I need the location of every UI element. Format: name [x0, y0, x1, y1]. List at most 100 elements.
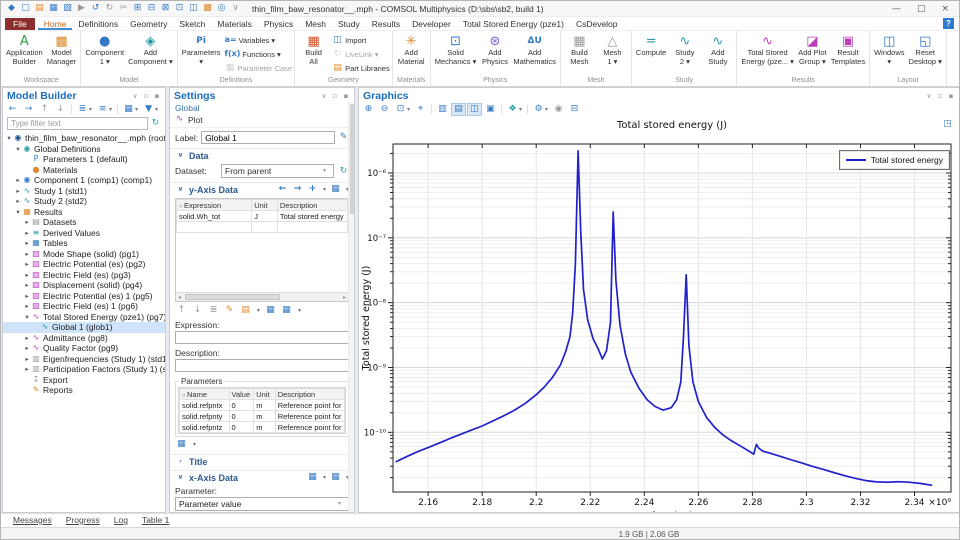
tree-expander-icon[interactable]: ▸	[23, 239, 31, 247]
tree-expander-icon[interactable]: ▸	[14, 197, 22, 205]
paste-icon[interactable]: ⊟	[145, 3, 158, 14]
ribbon-button[interactable]: ▦Build All	[297, 33, 330, 67]
save-as-icon[interactable]: ▧	[61, 3, 74, 14]
tree-expander-icon[interactable]: ▸	[23, 229, 31, 237]
search-icon[interactable]: ◎	[215, 3, 228, 14]
bottom-tab-progress[interactable]: Progress	[66, 515, 100, 526]
plot-button[interactable]: ∿ Plot	[174, 114, 203, 125]
tree-expander-icon[interactable]: ▸	[23, 260, 31, 268]
ribbon-tab-total-stored-energy-pze1-[interactable]: Total Stored Energy (pze1)	[457, 18, 570, 30]
tree-expander-icon[interactable]: ▾	[5, 134, 13, 142]
tree-item[interactable]: ✎Reports	[3, 385, 165, 396]
settings-scrollbar[interactable]	[348, 102, 354, 512]
ribbon-tab-physics[interactable]: Physics	[258, 18, 299, 30]
save-icon[interactable]: ▦	[47, 3, 60, 14]
ribbon-small-button[interactable]: ◫Import	[332, 33, 390, 47]
ribbon-button[interactable]: ◪Add Plot Group ▾	[796, 33, 829, 67]
tree-item[interactable]: ▸▤Datasets	[3, 217, 165, 228]
tree-item[interactable]: PParameters 1 (default)	[3, 154, 165, 165]
table-row[interactable]: solid.refpntx0mReference point for mom..…	[180, 400, 345, 411]
tree-expander-icon[interactable]: ▸	[23, 218, 31, 226]
tree-expander-icon[interactable]: ▸	[14, 187, 22, 195]
table-cell[interactable]: solid.refpntx	[180, 400, 230, 411]
tree-expander-icon[interactable]: ▾	[14, 208, 22, 216]
table-cell[interactable]: solid.Wh_tot	[177, 211, 252, 222]
ribbon-button[interactable]: ●Component 1 ▾	[83, 33, 126, 67]
ribbon-button[interactable]: ▣Result Templates	[829, 33, 867, 67]
up-button[interactable]: ↑	[38, 104, 51, 115]
file-menu-button[interactable]: File	[5, 18, 35, 30]
add-expression-icon[interactable]: +	[307, 184, 318, 195]
dataset-select[interactable]: From parent ▾	[221, 164, 334, 178]
print-button[interactable]: ⊟	[568, 104, 581, 115]
parameter-select[interactable]: Parameter value ▾	[175, 497, 349, 511]
ribbon-tab-developer[interactable]: Developer	[406, 18, 457, 30]
tree-item[interactable]: ▸▨Mode Shape (solid) (pg1)	[3, 249, 165, 260]
tree-item[interactable]: ▾∿Total Stored Energy (pze1) (pg7)	[3, 312, 165, 323]
ribbon-tab-definitions[interactable]: Definitions	[72, 18, 124, 30]
table-cell[interactable]: solid.refpnty	[180, 411, 230, 422]
edit-expression-icon[interactable]: ✎	[224, 305, 235, 316]
table-row[interactable]: solid.refpnty0mReference point for mom..…	[180, 411, 345, 422]
run-icon[interactable]: ▶	[75, 3, 88, 14]
x-axis-options-icon[interactable]: ▦	[330, 472, 341, 483]
ribbon-small-button[interactable]: ▦Parameter Case	[224, 61, 292, 75]
ribbon-button[interactable]: ◫Windows ▾	[872, 33, 906, 67]
table-cell[interactable]: m	[254, 400, 275, 411]
table-cell[interactable]: Reference point for mom...	[275, 400, 344, 411]
panel-float-icon[interactable]: ▫	[331, 91, 339, 102]
tree-item[interactable]: ▸◉Component 1 (comp1) (comp1)	[3, 175, 165, 186]
ribbon-tab-materials[interactable]: Materials	[211, 18, 257, 30]
scrollbar-thumb[interactable]	[185, 294, 280, 300]
open-icon[interactable]: ▤	[33, 3, 46, 14]
table-cell[interactable]: Total stored energy	[277, 211, 347, 222]
tree-options-button[interactable]: ▦▾	[122, 104, 139, 115]
tree-expander-icon[interactable]: ▸	[23, 302, 31, 310]
ribbon-small-button[interactable]: f(x)Functions ▾	[224, 47, 292, 61]
table-row[interactable]: solid.Wh_totJTotal stored energy	[177, 211, 348, 222]
zoom-out-button[interactable]: ⊖	[378, 104, 391, 115]
table-cell[interactable]	[277, 222, 347, 233]
bottom-tab-log[interactable]: Log	[114, 515, 128, 526]
ribbon-button[interactable]: ∿Study 2 ▾	[668, 33, 701, 67]
scroll-left-icon[interactable]: ◂	[176, 294, 183, 301]
parameters-menu-icon[interactable]: ▦	[176, 439, 187, 450]
ribbon-button[interactable]: △Mesh 1 ▾	[596, 33, 629, 67]
tree-expander-icon[interactable]: ▸	[23, 355, 31, 363]
collapse-all-button[interactable]: ≣▾	[76, 104, 93, 115]
column-header[interactable]: Name	[180, 389, 230, 400]
scene-color-button[interactable]: ❖▾	[506, 104, 523, 115]
table-cell[interactable]: Reference point for mom...	[275, 422, 344, 433]
tree-item[interactable]: ▸≡Derived Values	[3, 228, 165, 239]
forward-button[interactable]: →	[22, 104, 35, 115]
ribbon-button[interactable]: ▩Model Manager	[45, 33, 79, 67]
tree-item[interactable]: ▾▦Results	[3, 207, 165, 218]
tree-item[interactable]: ∿Global 1 (glob1)	[3, 322, 165, 333]
ribbon-small-button[interactable]: ↻LiveLink ▾	[332, 47, 390, 61]
panel-menu-icon[interactable]: ▪	[947, 91, 955, 102]
tree-item[interactable]: ▸∿Study 1 (std1)	[3, 186, 165, 197]
tree-expander-icon[interactable]: ▸	[23, 271, 31, 279]
column-header[interactable]: Expression	[177, 200, 252, 211]
minimize-button[interactable]: —	[892, 4, 901, 14]
tree-expander-icon[interactable]: ▾	[14, 145, 22, 153]
default-view-button[interactable]: ⌖	[414, 104, 427, 115]
axis-left-button[interactable]: ▥	[436, 104, 449, 115]
label-input[interactable]	[201, 131, 335, 144]
tree-item[interactable]: ▾◉Global Definitions	[3, 144, 165, 155]
ribbon-button[interactable]: ⊛Add Physics	[478, 33, 511, 67]
expression-input[interactable]	[175, 331, 349, 344]
panel-float-icon[interactable]: ▫	[936, 91, 944, 102]
panel-collapse-icon[interactable]: ∨	[320, 91, 328, 102]
copy-icon[interactable]: ⊞	[131, 3, 144, 14]
collapse-icon[interactable]: ∨	[229, 3, 242, 14]
ribbon-button[interactable]: AApplication Builder	[4, 33, 45, 67]
load-from-file-icon[interactable]: ▤	[240, 305, 251, 316]
ribbon-tab-home[interactable]: Home	[38, 18, 73, 30]
table-menu-icon[interactable]: ▦	[281, 305, 292, 316]
table-cell[interactable]	[177, 222, 252, 233]
table-cell[interactable]: m	[254, 411, 275, 422]
table-cell[interactable]: m	[254, 422, 275, 433]
cut-icon[interactable]: ✂	[117, 3, 130, 14]
axis-bottom-button[interactable]: ▤	[452, 104, 465, 115]
